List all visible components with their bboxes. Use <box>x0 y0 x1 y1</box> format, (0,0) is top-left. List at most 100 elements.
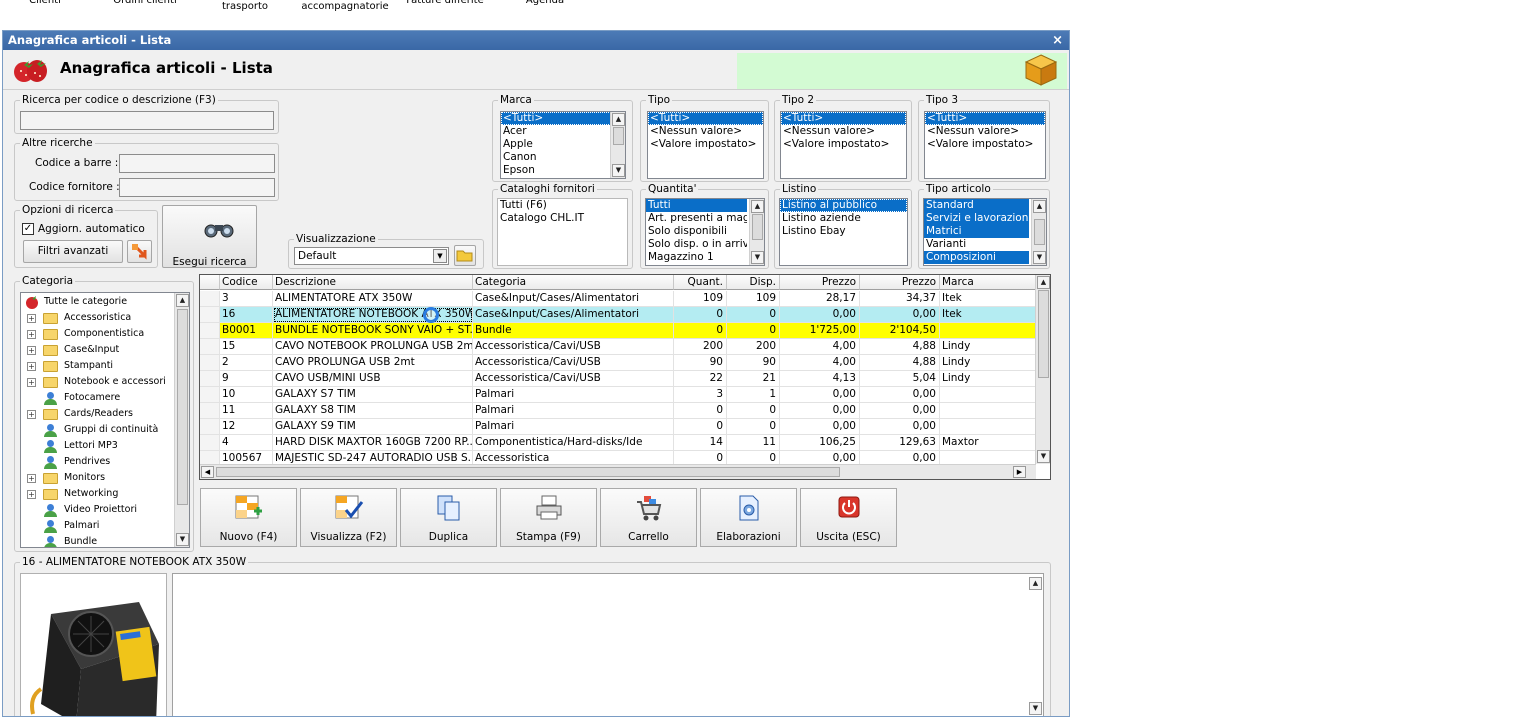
table-cell[interactable] <box>940 419 1036 435</box>
table-cell[interactable]: 0,00 <box>860 403 940 419</box>
tipo-articolo-listbox[interactable]: Standard Servizi e lavorazioni Matrici V… <box>923 198 1047 266</box>
table-cell[interactable]: 90 <box>674 355 727 371</box>
tipo-item[interactable]: <Tutti> <box>648 112 763 125</box>
print-button[interactable]: Stampa (F9) <box>500 488 597 547</box>
table-cell[interactable]: Palmari <box>473 387 674 403</box>
row-selector[interactable] <box>200 435 220 451</box>
table-cell[interactable]: CAVO NOTEBOOK PROLUNGA USB 2mt <box>273 339 473 355</box>
row-selector[interactable] <box>200 387 220 403</box>
quantita-item[interactable]: Art. presenti a magazzino <box>646 212 747 225</box>
table-cell[interactable]: Case&Input/Cases/Alimentatori <box>473 307 674 323</box>
table-cell[interactable]: 2 <box>220 355 273 371</box>
chevron-up-icon[interactable]: ▲ <box>612 113 625 126</box>
table-cell[interactable]: 200 <box>727 339 780 355</box>
table-cell[interactable]: 10 <box>220 387 273 403</box>
table-cell[interactable]: 109 <box>727 291 780 307</box>
supplier-code-input[interactable] <box>119 178 275 197</box>
marca-scrollbar[interactable]: ▲ ▼ <box>610 112 625 178</box>
chevron-down-icon[interactable]: ▼ <box>751 251 764 264</box>
table-cell[interactable]: Accessoristica/Cavi/USB <box>473 339 674 355</box>
cataloghi-item[interactable]: Catalogo CHL.IT <box>498 212 627 225</box>
row-selector[interactable] <box>200 403 220 419</box>
marca-item[interactable]: Epson <box>501 164 625 177</box>
table-cell[interactable]: 0 <box>727 419 780 435</box>
table-cell[interactable]: 4,00 <box>780 355 860 371</box>
ribbon-agenda[interactable]: Agenda <box>495 0 595 8</box>
table-cell[interactable]: 0 <box>674 403 727 419</box>
tipo-item[interactable]: <Nessun valore> <box>648 125 763 138</box>
expand-icon[interactable]: + <box>27 410 36 419</box>
column-header[interactable]: Codice <box>220 275 273 290</box>
tipo-articolo-item[interactable]: Varianti <box>924 238 1046 251</box>
table-cell[interactable]: 21 <box>727 371 780 387</box>
table-cell[interactable]: 0,00 <box>780 387 860 403</box>
table-cell[interactable]: GALAXY S9 TIM <box>273 419 473 435</box>
tipo3-item[interactable]: <Nessun valore> <box>925 125 1045 138</box>
processing-button[interactable]: Elaborazioni <box>700 488 797 547</box>
table-cell[interactable]: 11 <box>727 435 780 451</box>
quantita-item[interactable]: Solo disp. o in arrivo <box>646 238 747 251</box>
column-header[interactable]: Quant. <box>674 275 727 290</box>
table-cell[interactable]: 0,00 <box>860 307 940 323</box>
chevron-up-icon[interactable]: ▲ <box>1029 577 1042 590</box>
table-cell[interactable]: 90 <box>727 355 780 371</box>
table-cell[interactable]: Palmari <box>473 419 674 435</box>
tipo2-item[interactable]: <Nessun valore> <box>781 125 906 138</box>
table-cell[interactable]: 11 <box>220 403 273 419</box>
expand-icon[interactable]: + <box>27 378 36 387</box>
table-cell[interactable]: 0,00 <box>780 419 860 435</box>
tipo-articolo-item[interactable]: Standard <box>924 199 1029 212</box>
tipo-item[interactable]: <Valore impostato> <box>648 138 763 151</box>
table-cell[interactable]: GALAXY S8 TIM <box>273 403 473 419</box>
table-cell[interactable]: Lindy <box>940 339 1036 355</box>
scroll-thumb[interactable] <box>752 214 763 240</box>
table-cell[interactable]: 4,13 <box>780 371 860 387</box>
close-icon[interactable]: × <box>1052 31 1063 50</box>
expand-icon[interactable]: + <box>27 474 36 483</box>
table-cell[interactable]: 15 <box>220 339 273 355</box>
chevron-up-icon[interactable]: ▲ <box>751 200 764 213</box>
listino-item[interactable]: Listino al pubblico <box>780 199 907 212</box>
table-cell[interactable]: CAVO USB/MINI USB <box>273 371 473 387</box>
row-selector[interactable] <box>200 307 220 323</box>
row-selector[interactable] <box>200 355 220 371</box>
ribbon-clienti[interactable]: Clienti <box>0 0 95 8</box>
row-selector[interactable] <box>200 339 220 355</box>
column-header[interactable]: Marca <box>940 275 1036 290</box>
tipo3-listbox[interactable]: <Tutti> <Nessun valore> <Valore impostat… <box>924 111 1046 179</box>
table-cell[interactable]: 5,04 <box>860 371 940 387</box>
table-cell[interactable]: 16 <box>220 307 273 323</box>
marca-listbox[interactable]: <Tutti> Acer Apple Canon Epson ▲ ▼ <box>500 111 626 179</box>
table-cell[interactable]: 1'725,00 <box>780 323 860 339</box>
table-cell[interactable]: 106,25 <box>780 435 860 451</box>
scroll-thumb[interactable] <box>216 467 840 477</box>
view-button[interactable]: Visualizza (F2) <box>300 488 397 547</box>
table-cell[interactable]: 0,00 <box>860 387 940 403</box>
tipo-articolo-item[interactable]: Composizioni <box>924 251 1029 264</box>
table-cell[interactable]: Maxtor <box>940 435 1036 451</box>
table-cell[interactable]: Lindy <box>940 371 1036 387</box>
row-selector[interactable] <box>200 323 220 339</box>
run-search-button[interactable]: Esegui ricerca <box>162 205 257 268</box>
notes-scrollbar[interactable]: ▲ ▼ <box>1028 574 1043 716</box>
chevron-down-icon[interactable]: ▼ <box>176 533 189 546</box>
cart-button[interactable]: Carrello <box>600 488 697 547</box>
articles-grid[interactable]: Codice Descrizione Categoria Quant. Disp… <box>199 274 1051 480</box>
expand-icon[interactable]: + <box>27 330 36 339</box>
table-cell[interactable]: Bundle <box>473 323 674 339</box>
table-cell[interactable]: 3 <box>674 387 727 403</box>
chevron-down-icon[interactable]: ▼ <box>1037 450 1050 463</box>
folder-open-button[interactable] <box>454 245 476 266</box>
chevron-up-icon[interactable]: ▲ <box>1033 200 1046 213</box>
scroll-thumb[interactable] <box>613 127 624 145</box>
table-cell[interactable]: ALIMENTATORE ATX 350W <box>273 291 473 307</box>
table-cell[interactable]: 0,00 <box>860 419 940 435</box>
row-selector[interactable] <box>200 371 220 387</box>
notes-memo[interactable]: ▲ ▼ <box>172 573 1044 716</box>
main-search-input[interactable] <box>20 111 274 130</box>
chevron-down-icon[interactable]: ▼ <box>1033 251 1046 264</box>
table-cell[interactable] <box>940 387 1036 403</box>
tipo3-item[interactable]: <Tutti> <box>925 112 1045 125</box>
table-cell[interactable]: 9 <box>220 371 273 387</box>
expand-icon[interactable]: + <box>27 490 36 499</box>
